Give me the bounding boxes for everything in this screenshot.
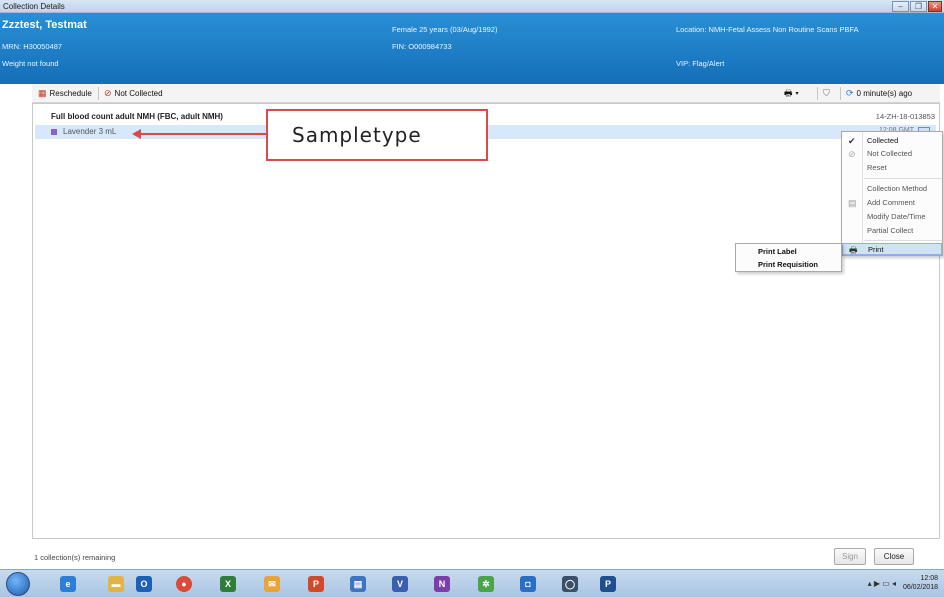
comment-icon: ▤: [848, 198, 857, 208]
filter-button[interactable]: ⛉: [823, 87, 833, 100]
menu-item-add-comment[interactable]: ▤ Add Comment: [842, 197, 942, 209]
menu-item-print[interactable]: 🖶 Print: [842, 243, 942, 255]
menu-item-label: Not Collected: [867, 149, 913, 158]
menu-item-label: Collection Method: [867, 184, 928, 193]
menu-item-label: Print: [868, 245, 884, 254]
document-icon[interactable]: ▤: [342, 573, 374, 595]
reschedule-label: Reschedule: [49, 89, 92, 98]
collection-panel: Full blood count adult NMH (FBC, adult N…: [32, 103, 940, 539]
annotation-box: Sampletype: [266, 109, 488, 161]
start-button-icon[interactable]: [6, 572, 30, 596]
menu-separator: [864, 240, 942, 241]
chrome-icon[interactable]: ●: [168, 573, 200, 595]
menu-item-partial-collect[interactable]: Partial Collect: [842, 225, 942, 237]
calendar-icon: ▦: [38, 88, 47, 98]
minimize-icon[interactable]: –: [892, 1, 909, 12]
system-tray-icons[interactable]: ▴ ▶ ▭ ◂: [868, 579, 896, 588]
tree-app-icon[interactable]: ✲: [470, 573, 502, 595]
outlook-icon[interactable]: O: [128, 573, 160, 595]
menu-item-label: Add Comment: [867, 198, 915, 207]
menu-item-label: Partial Collect: [867, 226, 914, 235]
system-clock[interactable]: 12:08 06/02/2018: [903, 574, 938, 592]
internet-explorer-icon[interactable]: e: [52, 573, 84, 595]
fin: FIN: O000984733: [392, 42, 452, 51]
menu-item-collected[interactable]: ✔ Collected: [842, 135, 942, 147]
context-menu: ✔ Collected ⊘ Not Collected Reset Collec…: [841, 131, 943, 256]
clock-time: 12:08: [920, 575, 938, 582]
not-collected-label: Not Collected: [114, 89, 163, 98]
menu-item-modify-datetime[interactable]: Modify Date/Time: [842, 211, 942, 223]
window-title: Collection Details: [3, 2, 65, 11]
refresh-icon: ⟳: [846, 88, 854, 98]
refresh-time: 0 minute(s) ago: [856, 89, 913, 98]
toolbar-divider: [840, 87, 841, 100]
menu-item-reset[interactable]: Reset: [842, 162, 942, 174]
reschedule-button[interactable]: ▦ Reschedule: [38, 87, 92, 100]
toolbar-divider: [98, 87, 99, 100]
weight: Weight not found: [2, 59, 59, 68]
excel-icon[interactable]: X: [212, 573, 244, 595]
powerchart-icon[interactable]: P: [592, 573, 624, 595]
sign-button[interactable]: Sign: [834, 548, 866, 565]
not-collected-icon: ⊘: [848, 149, 856, 159]
vip-flag[interactable]: VIP: Flag/Alert: [676, 59, 724, 68]
menu-item-collection-method[interactable]: Collection Method: [842, 183, 942, 195]
annotation-arrow: [140, 133, 266, 135]
check-icon: ✔: [848, 136, 856, 146]
app-blue-icon[interactable]: ◘: [512, 573, 544, 595]
window-title-bar: Collection Details – ❐ ✕: [0, 0, 944, 13]
close-icon[interactable]: ✕: [928, 1, 942, 12]
window-controls: – ❐ ✕: [891, 1, 942, 12]
submenu-item-print-requisition[interactable]: Print Requisition: [736, 259, 841, 271]
close-button[interactable]: Close: [874, 548, 914, 565]
patient-banner: Zzztest, Testmat MRN: H30050487 Weight n…: [0, 13, 944, 84]
print-submenu: Print Label Print Requisition: [735, 243, 842, 272]
menu-item-label: Collected: [867, 136, 899, 145]
specimen-label: Lavender 3 mL: [63, 127, 117, 136]
onenote-icon[interactable]: N: [426, 573, 458, 595]
mrn: MRN: H30050487: [2, 42, 63, 51]
order-title: Full blood count adult NMH (FBC, adult N…: [51, 112, 223, 121]
filter-icon: ⛉: [823, 88, 830, 98]
annotation-text: Sampletype: [292, 123, 422, 147]
app-ring-icon[interactable]: ◯: [554, 573, 586, 595]
refresh-button[interactable]: ⟳ 0 minute(s) ago: [846, 87, 912, 100]
clock-date: 06/02/2018: [902, 584, 938, 591]
menu-separator: [864, 178, 942, 179]
powerpoint-icon[interactable]: P: [300, 573, 332, 595]
chevron-down-icon: ▾: [795, 91, 799, 97]
collections-remaining: 1 collection(s) remaining: [34, 553, 116, 562]
patient-name: Zzztest, Testmat: [2, 19, 87, 31]
specimen-color-swatch: [51, 129, 57, 135]
menu-item-label: Modify Date/Time: [867, 212, 926, 221]
toolbar: ▦ Reschedule ⊘ Not Collected 🖶 ▾ ⛉ ⟳ 0 m…: [32, 84, 940, 103]
toolbar-divider: [817, 87, 818, 100]
taskbar: e ▬ O ● X ✉ P ▤ V N ✲ ◘ ◯ P ▴ ▶ ▭ ◂ 12:0…: [0, 569, 944, 597]
outlook-mail-icon[interactable]: ✉: [256, 573, 288, 595]
accession-number: 14-ZH-18-013853: [875, 112, 935, 121]
not-collected-icon: ⊘: [104, 88, 112, 98]
restore-icon[interactable]: ❐: [910, 1, 927, 12]
print-dropdown-button[interactable]: 🖶 ▾: [784, 87, 799, 100]
menu-item-label: Reset: [867, 163, 887, 172]
submenu-item-print-label[interactable]: Print Label: [736, 246, 841, 258]
location: Location: NMH-Fetal Assess Non Routine S…: [676, 25, 859, 34]
menu-item-not-collected[interactable]: ⊘ Not Collected: [842, 148, 942, 160]
demographics: Female 25 years (03/Aug/1992): [392, 25, 498, 34]
printer-icon: 🖶: [784, 87, 793, 98]
not-collected-button[interactable]: ⊘ Not Collected: [104, 87, 163, 100]
visio-icon[interactable]: V: [384, 573, 416, 595]
printer-icon: 🖶: [849, 245, 858, 255]
